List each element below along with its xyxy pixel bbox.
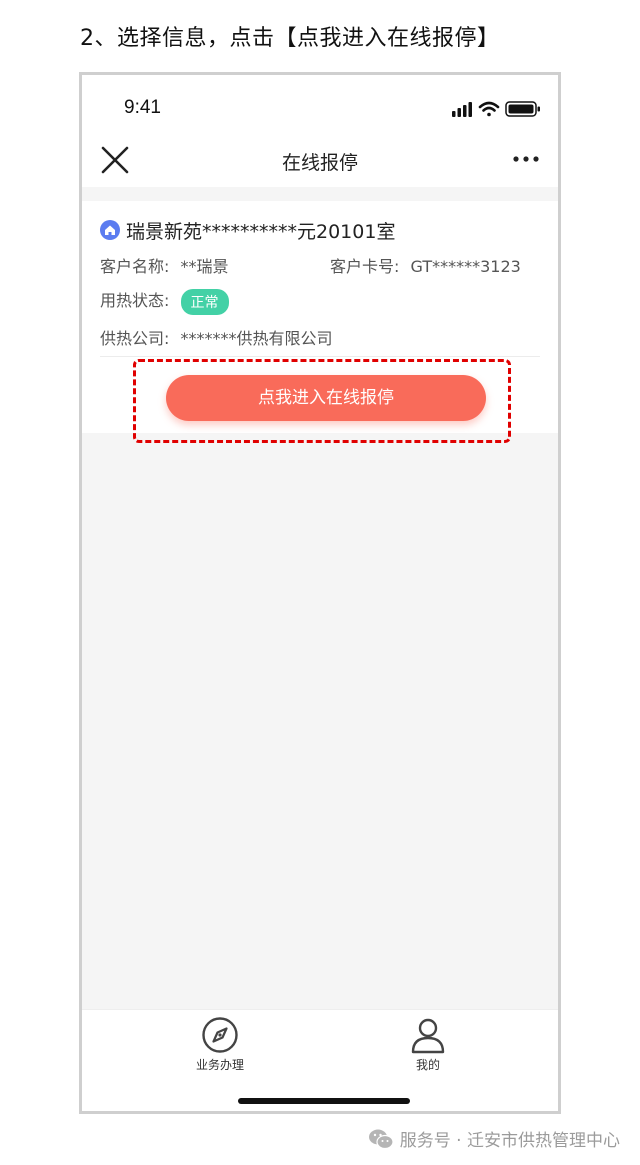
compass-icon [202,1017,238,1053]
company-value: *******供热有限公司 [180,329,333,348]
property-address: 瑞景新苑**********元20101室 [126,220,396,243]
phone-frame: 9:41 在线报停 瑞景新苑**********元20101室 客户名称: **… [79,72,561,1114]
customer-name-value: **瑞景 [180,257,229,276]
tab-mine[interactable]: 我的 [368,1016,488,1073]
card-title-row: 瑞景新苑**********元20101室 [100,216,395,244]
divider [100,356,540,357]
status-badge: 正常 [180,288,229,315]
status-time: 9:41 [124,97,161,118]
customer-card-value: GT******3123 [410,257,521,276]
tab-business-label: 业务办理 [195,1058,244,1072]
wifi-icon [478,101,500,117]
instruction-text: 2、选择信息，点击【点我进入在线报停】 [80,26,500,51]
status-icons [452,101,540,117]
page-title: 在线报停 [281,152,358,174]
tab-business[interactable]: 业务办理 [160,1016,280,1073]
customer-name-label: 客户名称: [100,257,170,276]
customer-card-label: 客户卡号: [330,257,400,276]
highlight-annotation [133,359,511,443]
more-icon[interactable] [512,153,540,165]
tab-mine-label: 我的 [415,1058,440,1072]
signal-icon [452,102,472,117]
customer-card-row: 客户卡号: GT******3123 [330,253,521,277]
footer-caption: 服务号 · 迁安市供热管理中心 [368,1126,620,1151]
wechat-icon [368,1129,394,1149]
heating-status-label: 用热状态: [100,291,170,310]
battery-icon [505,101,540,117]
tab-bar: 业务办理 我的 [82,1009,558,1111]
customer-name-row: 客户名称: **瑞景 [100,253,229,277]
nav-bar: 在线报停 [82,137,558,187]
company-label: 供热公司: [100,329,170,348]
heating-status-row: 用热状态: 正常 [100,287,229,315]
company-row: 供热公司: *******供热有限公司 [100,325,333,349]
home-indicator [238,1098,410,1104]
footer-text: 服务号 · 迁安市供热管理中心 [399,1131,620,1151]
status-bar: 9:41 [82,75,558,137]
home-icon [100,220,120,240]
person-icon [411,1018,445,1054]
